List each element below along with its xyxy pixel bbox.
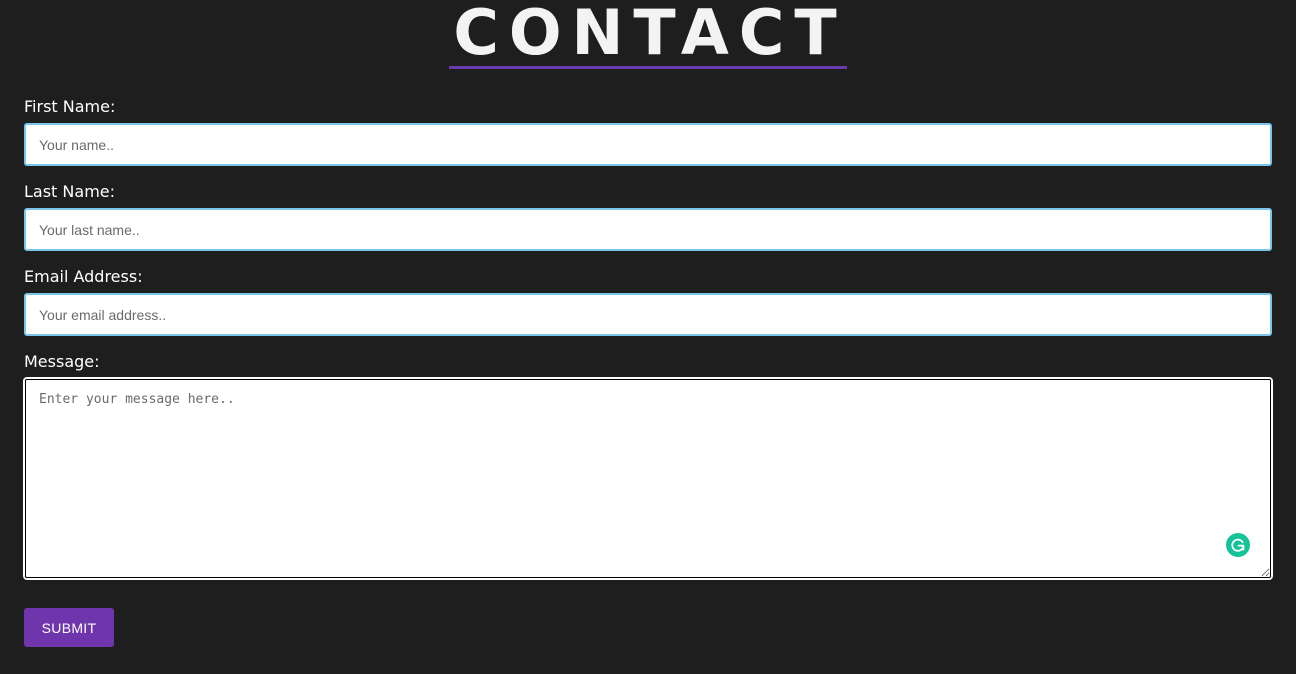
email-field-group: Email Address: xyxy=(24,266,1272,336)
grammarly-glyph xyxy=(1231,538,1245,552)
last-name-input[interactable] xyxy=(24,208,1272,251)
last-name-label: Last Name: xyxy=(24,182,116,201)
message-textarea-wrapper xyxy=(24,378,1272,579)
email-label: Email Address: xyxy=(24,267,143,286)
first-name-input[interactable] xyxy=(24,123,1272,166)
submit-button[interactable]: SUBMIT xyxy=(24,608,114,647)
first-name-label: First Name: xyxy=(24,97,116,116)
last-name-field-group: Last Name: xyxy=(24,181,1272,251)
first-name-field-group: First Name: xyxy=(24,96,1272,166)
email-input[interactable] xyxy=(24,293,1272,336)
contact-form: First Name: Last Name: Email Address: Me… xyxy=(24,96,1272,647)
contact-page: CONTACT First Name: Last Name: Email Add… xyxy=(0,0,1296,674)
title-container: CONTACT xyxy=(0,0,1296,69)
message-label: Message: xyxy=(24,352,100,371)
message-field-group: Message: xyxy=(24,351,1272,579)
page-title: CONTACT xyxy=(449,0,847,69)
message-textarea[interactable] xyxy=(24,378,1272,579)
grammarly-icon[interactable] xyxy=(1226,533,1250,557)
